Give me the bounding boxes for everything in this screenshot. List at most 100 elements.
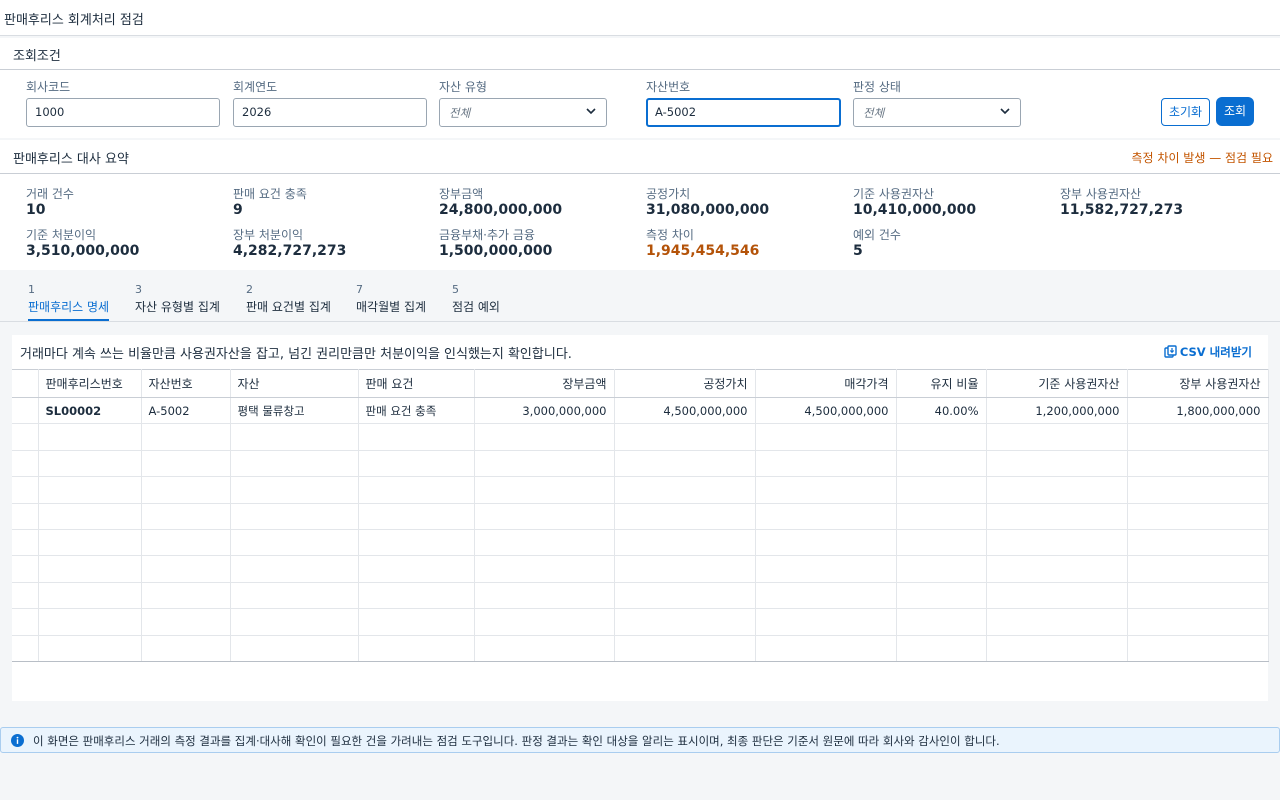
kpi-value: 9: [233, 202, 243, 218]
empty-table-row: [12, 423, 1269, 451]
status-field: 판정 상태 전체: [853, 78, 1021, 127]
tab-detail[interactable]: 1 판매후리스 명세: [28, 283, 110, 321]
asset-type-field: 자산 유형 전체: [439, 78, 607, 127]
empty-table-row: [12, 555, 1269, 583]
table-cell: 1,200,000,000: [986, 397, 1128, 425]
kpi-value: 11,582,727,273: [1060, 202, 1184, 218]
kpi-item: 장부금액 24,800,000,000: [439, 185, 562, 218]
tab-sale-criteria-summary[interactable]: 2 판매 요건별 집계: [246, 283, 331, 321]
row-select-cell[interactable]: [12, 397, 39, 425]
empty-table-row: [12, 503, 1269, 530]
kpi-value: 31,080,000,000: [646, 202, 770, 218]
tab-count: 2: [246, 283, 253, 296]
tab-label: 매각월별 집계: [356, 300, 427, 314]
table-cell: A-5002: [141, 397, 231, 425]
column-header-select: [12, 369, 39, 398]
table-cell: 평택 물류창고: [230, 397, 359, 425]
column-header[interactable]: 판매후리스번호: [38, 369, 142, 398]
table-cell: 판매 요건 충족: [358, 397, 475, 425]
table-cell: 4,500,000,000: [614, 397, 756, 425]
column-header[interactable]: 공정가치: [614, 369, 756, 398]
column-header[interactable]: 장부 사용권자산: [1127, 369, 1269, 398]
kpi-value: 1,945,454,546: [646, 243, 760, 259]
filter-section-title: 조회조건: [0, 38, 1280, 70]
column-header[interactable]: 기준 사용권자산: [986, 369, 1128, 398]
info-icon: [11, 734, 24, 747]
search-button[interactable]: 조회: [1216, 97, 1254, 126]
tab-count: 1: [28, 283, 35, 296]
detail-table-card: 거래마다 계속 쓰는 비율만큼 사용권자산을 잡고, 넘긴 권리만큼만 처분이익…: [12, 335, 1269, 701]
page-title: 판매후리스 회계처리 점검: [0, 0, 1280, 36]
table-row[interactable]: SL00002 A-5002 평택 물류창고 판매 요건 충족 3,000,00…: [12, 397, 1269, 425]
empty-table-row: [12, 582, 1269, 610]
asset-no-input[interactable]: A-5002: [646, 98, 841, 127]
tab-label: 점검 예외: [452, 300, 500, 314]
chevron-down-icon: [1000, 108, 1010, 115]
kpi-label: 공정가치: [646, 187, 691, 201]
tab-count: 7: [356, 283, 363, 296]
empty-table-row: [12, 529, 1269, 557]
kpi-item: 장부 처분이익 4,282,727,273: [233, 226, 346, 259]
asset-type-select[interactable]: 전체: [439, 98, 607, 127]
fiscal-year-input[interactable]: 2026: [233, 98, 427, 127]
kpi-item: 장부 사용권자산 11,582,727,273: [1060, 185, 1183, 218]
kpi-label: 금융부채·추가 금융: [439, 228, 535, 242]
kpi-item: 기준 처분이익 3,510,000,000: [26, 226, 139, 259]
reset-button[interactable]: 초기화: [1161, 98, 1210, 126]
company-code-input[interactable]: 1000: [26, 98, 220, 127]
kpi-label: 기준 처분이익: [26, 228, 97, 242]
csv-download-label: CSV 내려받기: [1179, 345, 1252, 359]
column-header[interactable]: 자산번호: [141, 369, 231, 398]
fiscal-year-label: 회계연도: [233, 80, 278, 94]
asset-type-value: 전체: [449, 106, 471, 120]
info-message-strip: 이 화면은 판매후리스 거래의 측정 결과를 집계·대사해 확인이 필요한 건을…: [0, 727, 1280, 753]
company-code-field: 회사코드 1000: [26, 78, 220, 127]
kpi-value: 1,500,000,000: [439, 243, 553, 259]
column-header[interactable]: 장부금액: [474, 369, 615, 398]
column-header[interactable]: 유지 비율: [896, 369, 987, 398]
column-header[interactable]: 자산: [230, 369, 359, 398]
column-header[interactable]: 매각가격: [755, 369, 897, 398]
kpi-value: 10,410,000,000: [853, 202, 977, 218]
tab-exceptions[interactable]: 5 점검 예외: [452, 283, 500, 321]
tab-label: 판매 요건별 집계: [246, 300, 331, 314]
chevron-down-icon: [586, 108, 596, 115]
kpi-value: 3,510,000,000: [26, 243, 140, 259]
kpi-value: 10: [26, 202, 46, 218]
kpi-item: 공정가치 31,080,000,000: [646, 185, 769, 218]
empty-table-row: [12, 608, 1269, 636]
column-header[interactable]: 판매 요건: [358, 369, 475, 398]
tab-count: 3: [135, 283, 142, 296]
download-icon: [1164, 345, 1177, 358]
kpi-label: 장부 처분이익: [233, 228, 304, 242]
status-label: 판정 상태: [853, 80, 901, 94]
tab-label: 판매후리스 명세: [28, 300, 110, 314]
tab-monthly-summary[interactable]: 7 매각월별 집계: [356, 283, 426, 321]
kpi-item: 기준 사용권자산 10,410,000,000: [853, 185, 976, 218]
kpi-value: 4,282,727,273: [233, 243, 347, 259]
company-code-label: 회사코드: [26, 80, 71, 94]
table-cell: 1,800,000,000: [1127, 397, 1269, 425]
table-cell: SL00002: [38, 397, 142, 425]
table-cell: 3,000,000,000: [474, 397, 615, 425]
csv-download-button[interactable]: CSV 내려받기: [1164, 344, 1252, 360]
kpi-label: 기준 사용권자산: [853, 187, 935, 201]
tab-asset-type-summary[interactable]: 3 자산 유형별 집계: [135, 283, 220, 321]
kpi-label: 판매 요건 충족: [233, 187, 307, 201]
kpi-label: 장부금액: [439, 187, 484, 201]
summary-kpis: 거래 건수 10 판매 요건 충족 9 장부금액 24,800,000,000 …: [0, 174, 1280, 270]
tab-count: 5: [452, 283, 459, 296]
asset-no-label: 자산번호: [646, 80, 691, 94]
kpi-item: 거래 건수 10: [26, 185, 74, 218]
table-cell: 40.00%: [896, 397, 987, 425]
empty-table-row: [12, 635, 1269, 662]
tab-bar: 1 판매후리스 명세 3 자산 유형별 집계 2 판매 요건별 집계 7 매각월…: [0, 280, 1280, 322]
kpi-value: 24,800,000,000: [439, 202, 563, 218]
table-header-row: 판매후리스번호 자산번호 자산 판매 요건 장부금액 공정가치 매각가격 유지 …: [12, 369, 1269, 398]
kpi-label: 예외 건수: [853, 228, 901, 242]
status-select[interactable]: 전체: [853, 98, 1021, 127]
filter-bar: 회사코드 1000 회계연도 2026 자산 유형 전체 자산번호 A-5002…: [0, 70, 1280, 138]
table-cell: 4,500,000,000: [755, 397, 897, 425]
asset-no-field: 자산번호 A-5002: [646, 78, 841, 127]
kpi-item: 판매 요건 충족 9: [233, 185, 307, 218]
